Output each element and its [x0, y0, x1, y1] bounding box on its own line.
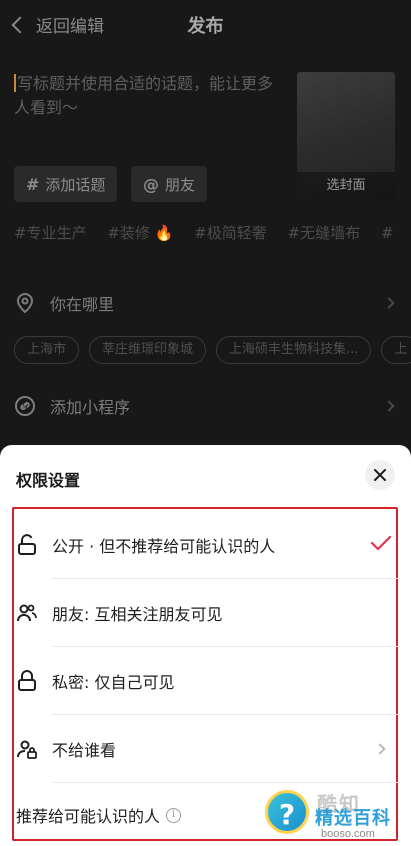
- option-label: 私密: 仅自己可见: [52, 673, 175, 692]
- watermark-logo: ? 酷知 精选百科 booso.com: [251, 786, 411, 846]
- top-nav: 返回编辑 发布: [0, 0, 411, 50]
- text-cursor: [14, 74, 16, 92]
- location-chip[interactable]: 上海硕丰生物科技集...: [216, 336, 372, 364]
- option-label: 公开 · 但不推荐给可能认识的人: [52, 537, 276, 556]
- close-icon: [374, 469, 386, 481]
- caption-placeholder: 写标题并使用合适的话题，能让更多人看到～: [14, 74, 274, 117]
- recommend-label: 推荐给可能认识的人: [16, 807, 161, 826]
- mention-friend-button[interactable]: @ 朋友: [131, 166, 208, 202]
- cover-thumbnail[interactable]: 选封面: [297, 72, 395, 200]
- hashtag-suggestion[interactable]: #无缝墙布: [288, 224, 361, 242]
- info-icon[interactable]: i: [166, 807, 182, 823]
- chevron-right-icon: [383, 400, 395, 412]
- hashtag-suggestion[interactable]: #: [381, 224, 394, 242]
- question-icon: ?: [265, 790, 309, 834]
- lock-icon: [16, 670, 38, 692]
- watermark-url: booso.com: [321, 828, 375, 840]
- hash-icon: #: [26, 174, 40, 194]
- divider: [52, 782, 398, 783]
- option-friends[interactable]: 朋友: 互相关注朋友可见: [14, 579, 398, 647]
- location-chip[interactable]: 莘庄维璟印象城: [89, 336, 207, 364]
- user-block-icon: [16, 738, 38, 760]
- chevron-right-icon: [383, 297, 395, 309]
- add-topic-label: 添加话题: [45, 175, 106, 194]
- location-pin-icon: [14, 292, 36, 314]
- mini-program-row[interactable]: 添加小程序: [14, 391, 397, 421]
- location-row[interactable]: 你在哪里: [14, 288, 397, 318]
- option-private[interactable]: 私密: 仅自己可见: [14, 647, 398, 715]
- watermark-subtitle: 精选百科: [315, 808, 391, 829]
- suggested-hashtags: #专业生产 #装修 🔥 #极简轻奢 #无缝墙布 #: [14, 222, 411, 243]
- permission-sheet: 权限设置 公开 · 但不推荐给可能认识的人 朋友: 互相关注朋友可见 私密: 仅…: [0, 445, 411, 846]
- page-title: 发布: [187, 16, 224, 37]
- option-public[interactable]: 公开 · 但不推荐给可能认识的人: [14, 511, 398, 579]
- at-icon: @: [143, 174, 159, 194]
- select-cover-label: 选封面: [297, 172, 395, 200]
- chevron-right-icon: [374, 743, 386, 755]
- sheet-title: 权限设置: [16, 471, 81, 490]
- unlock-icon: [16, 534, 38, 556]
- checkmark-icon: [370, 535, 392, 555]
- location-label: 你在哪里: [50, 295, 115, 314]
- location-suggestions: 上海市 莘庄维璟印象城 上海硕丰生物科技集... 上: [14, 336, 411, 364]
- hashtag-suggestion[interactable]: #极简轻奢: [194, 224, 267, 242]
- location-chip[interactable]: 上: [381, 336, 411, 364]
- hashtag-suggestion[interactable]: #专业生产: [14, 224, 87, 242]
- recommend-row[interactable]: 推荐给可能认识的人 i: [16, 803, 182, 827]
- option-hide-from[interactable]: 不给谁看: [14, 715, 398, 783]
- option-label: 不给谁看: [52, 741, 117, 760]
- link-icon: [14, 395, 36, 417]
- location-chip[interactable]: 上海市: [14, 336, 80, 364]
- hashtag-suggestion[interactable]: #装修 🔥: [107, 224, 173, 242]
- close-button[interactable]: [365, 460, 395, 490]
- friends-icon: [16, 602, 38, 624]
- mention-friend-label: 朋友: [165, 175, 196, 194]
- mini-program-label: 添加小程序: [50, 398, 131, 417]
- option-label: 朋友: 互相关注朋友可见: [52, 605, 223, 624]
- add-topic-button[interactable]: # 添加话题: [14, 166, 118, 202]
- caption-input[interactable]: 写标题并使用合适的话题，能让更多人看到～: [14, 72, 284, 120]
